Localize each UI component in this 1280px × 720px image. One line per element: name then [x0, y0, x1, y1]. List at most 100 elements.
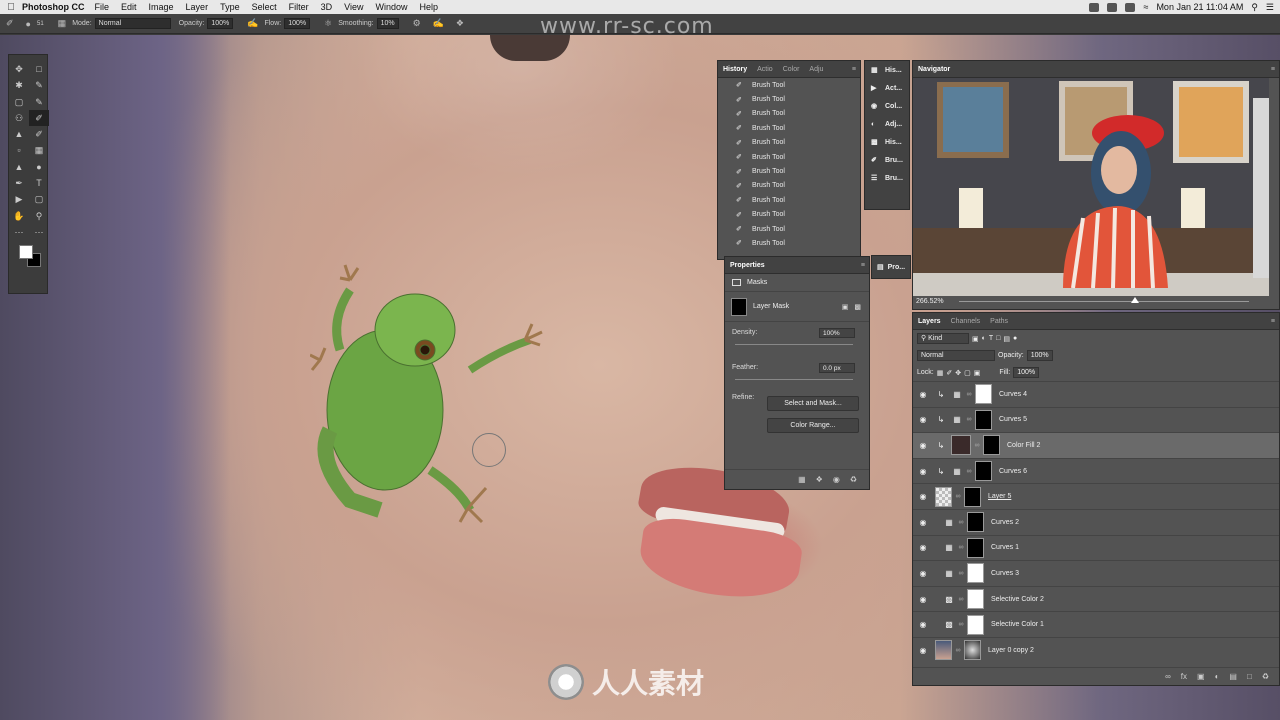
status-app-icon[interactable] — [1125, 2, 1136, 12]
visibility-eye-icon[interactable]: ◉ — [913, 492, 933, 501]
filter-type-icon[interactable]: T — [989, 335, 993, 342]
panel-menu-icon[interactable]: ≡ — [1271, 66, 1275, 73]
brush-settings-icon[interactable]: ▦ — [58, 18, 67, 29]
lock-position-icon[interactable]: ✥ — [955, 369, 961, 377]
gradient-tool-icon[interactable]: ▦ — [29, 142, 49, 158]
dock-adjustments[interactable]: ◐ Adj... — [865, 115, 909, 133]
tab-channels[interactable]: Channels — [946, 318, 986, 325]
lock-all-icon[interactable]: ▣ — [974, 369, 981, 377]
apple-icon[interactable]:  — [0, 2, 22, 13]
tab-history[interactable]: History — [718, 66, 752, 73]
kind-filter-select[interactable]: ⚲ Kind — [917, 333, 969, 344]
link-chain-icon[interactable]: ∞ — [965, 391, 973, 398]
link-chain-icon[interactable]: ∞ — [973, 442, 981, 449]
visibility-eye-icon[interactable]: ◉ — [913, 415, 933, 424]
new-adjustment-icon[interactable]: ◐ — [1215, 672, 1220, 681]
panel-menu-icon[interactable]: ≡ — [852, 66, 856, 73]
tab-adjustments[interactable]: Adju — [804, 66, 828, 73]
mask-thumbnail[interactable] — [967, 614, 984, 635]
eraser-tool-icon[interactable]: ▫ — [9, 142, 29, 158]
layer-thumbnail[interactable] — [935, 486, 952, 507]
menu-select[interactable]: Select — [252, 2, 277, 12]
healing-tool-icon[interactable]: ⚇ — [9, 110, 29, 126]
lasso-tool-icon[interactable]: ✱ — [9, 77, 29, 93]
layer-row[interactable]: ◉ ∞ Layer 0 copy 2 — [913, 636, 1279, 663]
menu-window[interactable]: Window — [375, 2, 407, 12]
tab-color[interactable]: Color — [778, 66, 805, 73]
hand-tool-icon[interactable]: ✋ — [9, 208, 29, 224]
more-tools-icon[interactable]: ⋯ — [29, 224, 49, 240]
visibility-eye-icon[interactable]: ◉ — [833, 475, 840, 484]
history-state[interactable]: ✐ Brush Tool — [718, 92, 860, 106]
panel-menu-icon[interactable]: ≡ — [1271, 318, 1275, 325]
mask-thumbnail[interactable] — [983, 435, 1000, 456]
menu-type[interactable]: Type — [220, 2, 240, 12]
visibility-eye-icon[interactable]: ◉ — [913, 441, 933, 450]
layer-row[interactable]: ◉ ↳ ▦ ∞ Curves 4 — [913, 381, 1279, 407]
zoom-tool-icon[interactable]: ⚲ — [29, 208, 49, 224]
menu-filter[interactable]: Filter — [289, 2, 309, 12]
filter-shape-icon[interactable]: □ — [996, 335, 1000, 342]
marquee-tool-icon[interactable]: □ — [29, 61, 49, 77]
dock-color[interactable]: ◉ Col... — [865, 97, 909, 115]
color-fill-swatch[interactable] — [951, 435, 971, 456]
tab-paths[interactable]: Paths — [985, 318, 1013, 325]
history-brush-icon[interactable]: ✐ — [29, 126, 49, 142]
zoom-level[interactable]: 266.52% — [916, 298, 944, 305]
layer-row[interactable]: ◉ ↳ ▦ ∞ Curves 5 — [913, 406, 1279, 433]
mask-thumbnail[interactable] — [967, 563, 984, 584]
history-state[interactable]: ✐ Brush Tool — [718, 208, 860, 222]
path-select-icon[interactable]: ▶ — [9, 191, 29, 207]
quick-select-tool-icon[interactable]: ✎ — [29, 77, 49, 93]
link-layers-icon[interactable]: ∞ — [1165, 672, 1171, 681]
link-chain-icon[interactable]: ∞ — [957, 621, 965, 628]
history-state[interactable]: ✐ Brush Tool — [718, 107, 860, 121]
mask-thumbnail[interactable] — [975, 384, 992, 405]
spotlight-icon[interactable]: ⚲ — [1251, 2, 1258, 13]
brush-preset-icon[interactable]: ✐ — [6, 18, 14, 29]
foreground-color-swatch[interactable] — [19, 245, 33, 259]
feather-slider[interactable] — [735, 379, 853, 380]
symmetry-icon[interactable]: ❖ — [456, 18, 464, 29]
visibility-eye-icon[interactable]: ◉ — [913, 518, 933, 527]
visibility-eye-icon[interactable]: ◉ — [913, 543, 933, 552]
brush-size-icon[interactable]: ● — [26, 19, 31, 29]
dock-brush[interactable]: ✐ Bru... — [865, 151, 909, 169]
lock-artboard-icon[interactable]: ▢ — [964, 369, 971, 377]
dock-actions[interactable]: ▶ Act... — [865, 79, 909, 97]
layer-row[interactable]: ◉ ▦ ∞ Curves 3 — [913, 560, 1279, 586]
mask-thumbnail[interactable] — [975, 461, 992, 482]
layer-row-selected[interactable]: ◉ ↳ ∞ Color Fill 2 — [913, 432, 1279, 458]
feather-field[interactable]: 0.0 px — [819, 363, 855, 373]
dodge-tool-icon[interactable]: ● — [29, 159, 49, 175]
filter-toggle-icon[interactable]: ● — [1013, 335, 1017, 342]
history-state[interactable]: ✐ Brush Tool — [718, 164, 860, 178]
history-state[interactable]: ✐ Brush Tool — [718, 78, 860, 92]
layer-row[interactable]: ◉ ▩ ∞ Selective Color 2 — [913, 585, 1279, 612]
density-slider[interactable] — [735, 344, 853, 345]
menu-layer[interactable]: Layer — [186, 2, 209, 12]
load-selection-icon[interactable]: ▦ — [798, 475, 806, 484]
pen-tool-icon[interactable]: ✒ — [9, 175, 29, 191]
filter-pixel-icon[interactable]: ▣ — [972, 335, 979, 343]
flow-field[interactable]: 100% — [284, 18, 311, 29]
crop-tool-icon[interactable]: ▢ — [9, 94, 29, 110]
layer-style-icon[interactable]: fx — [1181, 672, 1187, 681]
history-state[interactable]: ✐ Brush Tool — [718, 179, 860, 193]
layer-thumbnail[interactable] — [935, 640, 952, 661]
tab-actions[interactable]: Actio — [752, 66, 778, 73]
dock-brush-settings[interactable]: ☰ Bru... — [865, 169, 909, 187]
mask-thumbnail[interactable] — [967, 512, 984, 533]
menu-edit[interactable]: Edit — [121, 2, 137, 12]
history-state[interactable]: ✐ Brush Tool — [718, 193, 860, 207]
mask-thumbnail[interactable] — [964, 640, 981, 661]
move-tool-icon[interactable]: ✥ — [9, 61, 29, 77]
layer-row[interactable]: ◉ ↳ ▦ ∞ Curves 6 — [913, 457, 1279, 484]
type-tool-icon[interactable]: T — [29, 175, 49, 191]
shape-tool-icon[interactable]: ▢ — [29, 191, 49, 207]
history-state[interactable]: ✐ Brush Tool — [718, 236, 860, 250]
lock-pixels-icon[interactable]: ✐ — [946, 369, 952, 377]
menu-image[interactable]: Image — [149, 2, 174, 12]
layer-row[interactable]: ◉ ▩ ∞ Selective Color 1 — [913, 611, 1279, 637]
filter-smart-object-icon[interactable]: ▤ — [1003, 335, 1010, 343]
